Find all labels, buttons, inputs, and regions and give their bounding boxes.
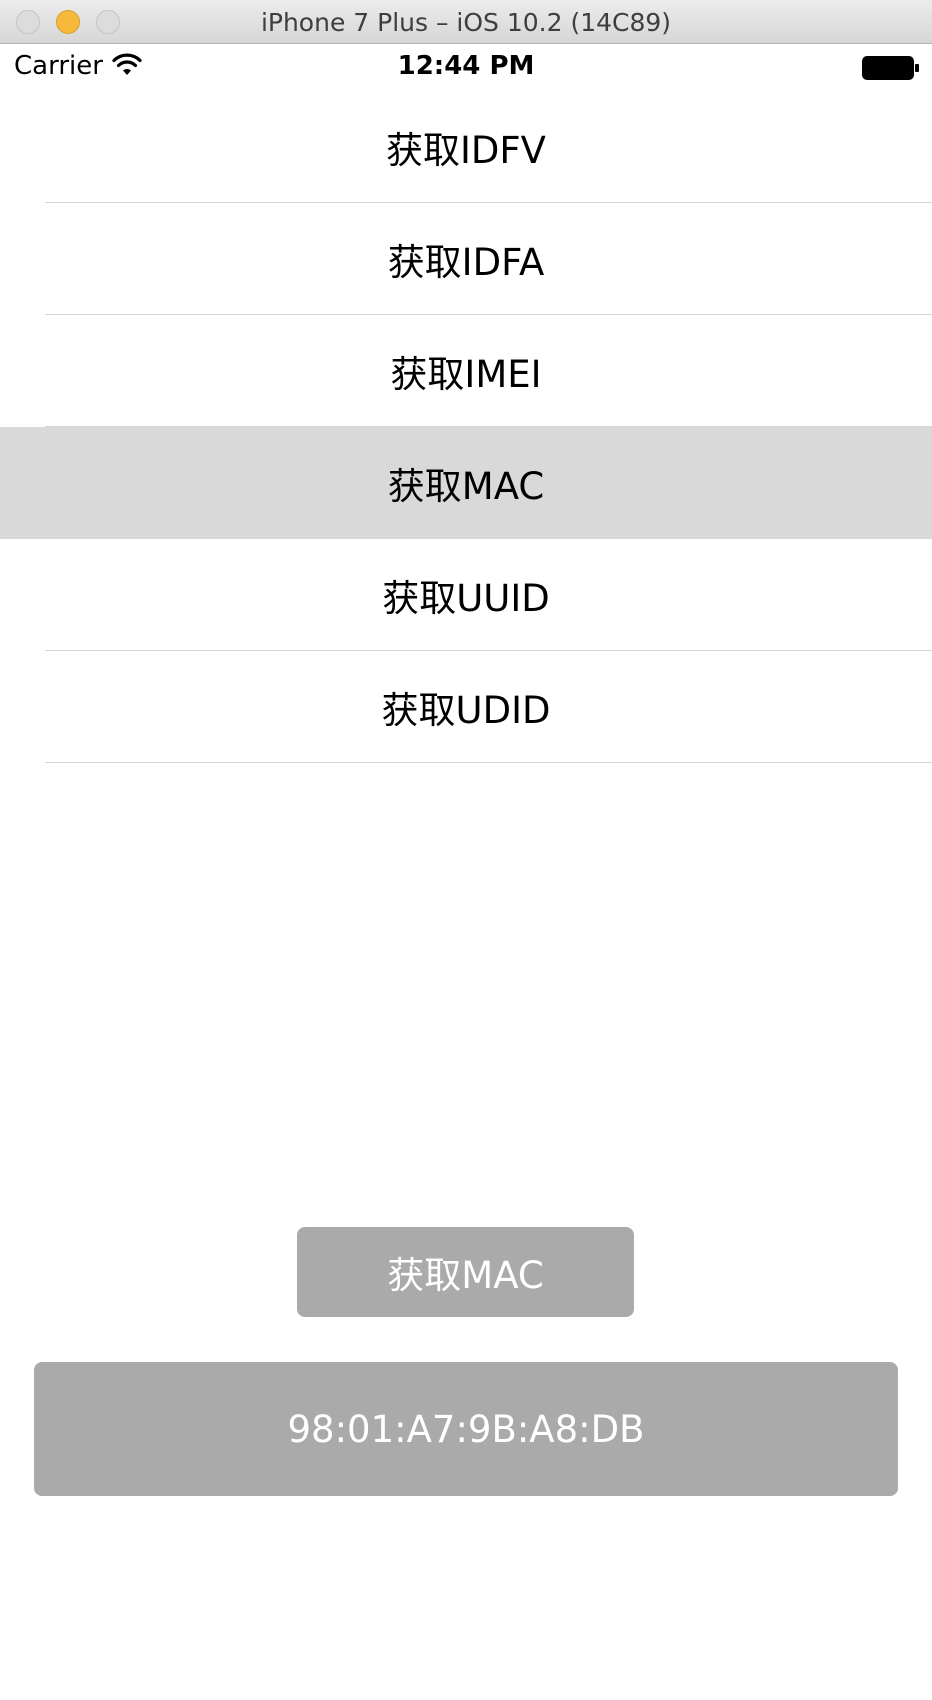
table-row[interactable]: 获取UDID (0, 651, 932, 763)
row-label: 获取MAC (387, 465, 545, 508)
get-mac-button[interactable]: 获取MAC (297, 1227, 634, 1317)
row-label: 获取IDFV (386, 129, 546, 172)
identifier-list: 获取IDFV 获取IDFA 获取IMEI 获取MAC 获取UUID 获取UDID (0, 91, 932, 763)
result-display: 98:01:A7:9B:A8:DB (34, 1362, 898, 1496)
table-row[interactable]: 获取IDFV (0, 91, 932, 203)
row-label: 获取UUID (382, 577, 550, 620)
status-bar: Carrier 12:44 PM (0, 44, 932, 91)
row-separator (45, 762, 932, 763)
table-row[interactable]: 获取MAC (0, 427, 932, 539)
status-time: 12:44 PM (397, 51, 535, 81)
window-titlebar: iPhone 7 Plus – iOS 10.2 (14C89) (0, 0, 932, 44)
table-row[interactable]: 获取IDFA (0, 203, 932, 315)
battery-icon (862, 56, 920, 84)
window-title: iPhone 7 Plus – iOS 10.2 (14C89) (260, 8, 672, 37)
row-label: 获取IDFA (387, 241, 545, 284)
row-label: 获取UDID (381, 689, 551, 732)
row-label: 获取IMEI (390, 353, 542, 396)
table-row[interactable]: 获取IMEI (0, 315, 932, 427)
table-row[interactable]: 获取UUID (0, 539, 932, 651)
